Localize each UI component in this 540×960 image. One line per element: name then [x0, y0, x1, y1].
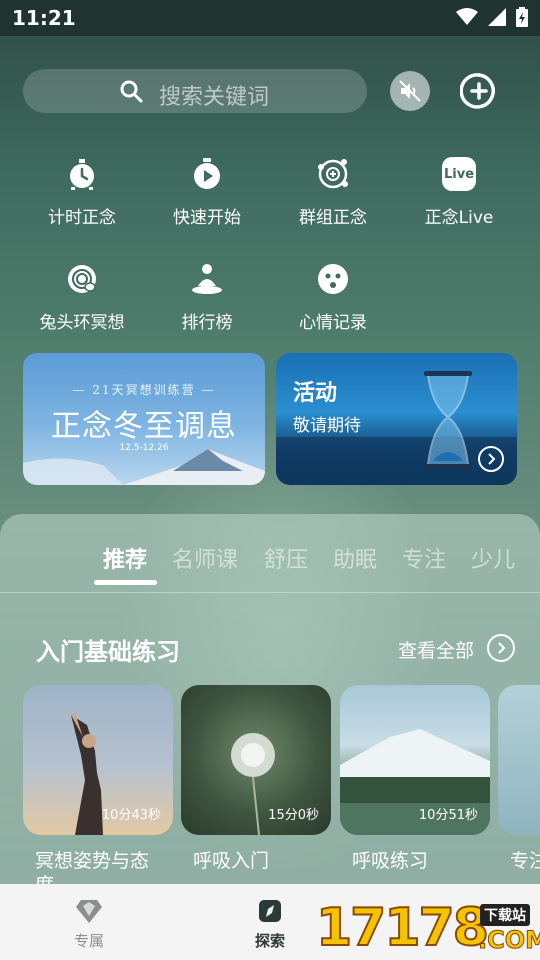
quick-group-mindfulness[interactable]: 群组正念: [278, 157, 388, 237]
nav-label: 探索: [254, 932, 285, 950]
course-card[interactable]: [498, 685, 540, 835]
quick-timer-mindfulness[interactable]: 计时正念: [27, 157, 137, 237]
speaker-muted-icon: [399, 80, 421, 102]
wifi-icon: [456, 8, 478, 25]
card-title: 呼吸练习: [352, 850, 429, 872]
tab-sleep-aid[interactable]: 助眠: [333, 542, 377, 574]
watermark-number: 17178: [315, 897, 490, 959]
plus-circle-icon: [460, 73, 495, 109]
leaderboard-icon: [192, 264, 222, 294]
card-duration: 10分51秒: [418, 808, 478, 823]
quick-label: 心情记录: [299, 313, 367, 333]
search-icon: [120, 80, 143, 103]
nav-item-explore[interactable]: 探索: [225, 884, 315, 960]
activity-arrow-button[interactable]: [478, 446, 504, 472]
card-duration: 15分0秒: [268, 808, 319, 823]
diamond-icon: [76, 900, 102, 923]
view-all-link[interactable]: 查看全部: [398, 636, 474, 663]
banner-activity[interactable]: 活动 敬请期待: [276, 353, 517, 485]
quick-label: 计时正念: [48, 208, 116, 228]
add-button[interactable]: [459, 71, 499, 111]
section-title: 入门基础练习: [36, 638, 180, 666]
view-all-button[interactable]: [487, 634, 515, 662]
battery-icon: [516, 7, 528, 27]
quick-label: 群组正念: [299, 208, 367, 228]
signal-icon: [488, 8, 506, 26]
chevron-right-icon: [488, 453, 496, 465]
quick-start-icon: [194, 158, 220, 189]
card-title: 呼吸入门: [193, 850, 270, 872]
tab-master-class[interactable]: 名师课: [172, 542, 238, 574]
live-icon-text: Live: [443, 166, 475, 182]
tab-divider: [0, 592, 540, 593]
tab-stress-relief[interactable]: 舒压: [264, 542, 308, 574]
search-placeholder: 搜索关键词: [159, 85, 270, 110]
quick-label: 兔头环冥想: [39, 313, 125, 333]
quick-live[interactable]: Live 正念Live: [404, 157, 514, 237]
compass-icon: [259, 900, 281, 922]
card-title: 专注: [510, 850, 540, 872]
tab-indicator: [94, 580, 157, 585]
card-title: 冥想姿势与态: [35, 850, 150, 872]
quick-label: 正念Live: [424, 208, 494, 228]
banner-subtitle: — 21天冥想训练营 —: [72, 383, 216, 397]
watermark-suffix: .COM: [477, 926, 540, 955]
nav-label: 专属: [73, 932, 104, 950]
course-card[interactable]: 15分0秒: [181, 685, 331, 835]
course-card[interactable]: 10分51秒: [340, 685, 490, 835]
quick-label: 快速开始: [173, 208, 241, 228]
mood-icon: [318, 264, 348, 294]
tab-kids[interactable]: 少儿: [471, 542, 515, 574]
timer-icon: [70, 159, 94, 190]
live-icon: Live: [442, 157, 476, 191]
activity-subtitle: 敬请期待: [293, 416, 361, 436]
quick-start[interactable]: 快速开始: [152, 157, 262, 237]
quick-label: 排行榜: [181, 313, 233, 333]
watermark-logo: 17178 下载站 .COM: [314, 896, 540, 960]
watermark-badge: 下载站: [480, 904, 530, 926]
group-icon: [318, 159, 348, 189]
tab-recommended[interactable]: 推荐: [103, 542, 147, 574]
chevron-right-icon: [498, 642, 506, 654]
status-bar: 11:21: [0, 0, 540, 36]
card-duration: 10分43秒: [101, 808, 161, 823]
activity-title: 活动: [293, 381, 338, 406]
nav-item-exclusive[interactable]: 专属: [44, 884, 134, 960]
quick-leaderboard[interactable]: 排行榜: [152, 262, 262, 342]
course-card[interactable]: 10分43秒: [23, 685, 173, 835]
bunny-ring-icon: [68, 265, 96, 293]
tab-focus[interactable]: 专注: [402, 542, 446, 574]
banner-title: 正念冬至调息: [51, 409, 237, 444]
mute-button[interactable]: [390, 71, 430, 111]
banner-dates: 12.5-12.26: [119, 443, 169, 453]
quick-bunny-ring[interactable]: 兔头环冥想: [27, 262, 137, 342]
status-time: 11:21: [12, 6, 76, 30]
status-icons: [456, 7, 528, 27]
quick-mood-record[interactable]: 心情记录: [278, 262, 388, 342]
banner-winter-solstice[interactable]: — 21天冥想训练营 — 正念冬至调息 12.5-12.26: [23, 353, 265, 485]
search-input[interactable]: 搜索关键词: [23, 69, 367, 113]
